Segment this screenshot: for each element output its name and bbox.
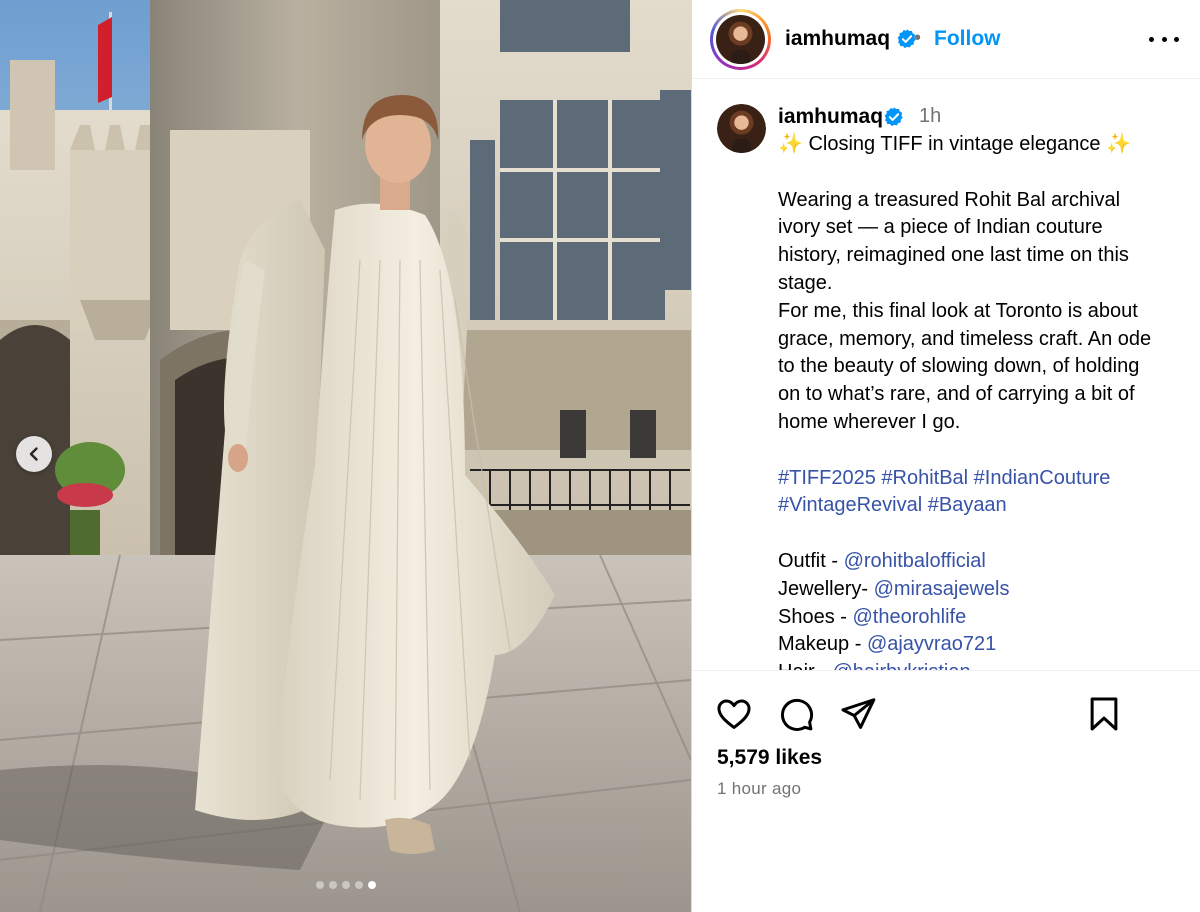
post-timestamp[interactable]: 1 hour ago [717, 779, 801, 799]
credit-line: Makeup - @ajayvrao721 [778, 631, 1188, 659]
caption-line: history, reimagined one last time on thi… [778, 244, 1129, 267]
carousel-dot [354, 881, 363, 889]
chevron-left-icon [29, 447, 38, 461]
caption-section: iamhumaq 1h ✨ Closing TIFF in vintage el… [692, 80, 1200, 670]
caption-line: home wherever I go. [778, 410, 961, 433]
post-image[interactable] [0, 0, 691, 912]
mention-link[interactable]: @ajayvrao721 [867, 633, 996, 655]
caption-line: ivory set — a piece of Indian couture [778, 216, 1103, 239]
header-separator: • [914, 27, 922, 49]
credit-label: Hair - [778, 661, 832, 670]
story-avatar[interactable] [710, 9, 771, 70]
hashtag-line[interactable]: #VintageRevival #Bayaan [778, 492, 1188, 520]
credit-label: Makeup - [778, 633, 867, 656]
caption-line: on to what’s rare, and of carrying a bit… [778, 383, 1135, 406]
caption-username[interactable]: iamhumaq [778, 105, 883, 129]
like-count[interactable]: 5,579 likes [717, 746, 822, 770]
credit-line: Hair - @hairbykristian [778, 659, 1188, 670]
caption-line: stage. [778, 271, 833, 294]
photo-scene [0, 0, 691, 912]
username-text: iamhumaq [785, 27, 891, 50]
carousel-dot [328, 881, 337, 889]
credit-label: Jewellery- [778, 577, 874, 600]
caption-line: For me, this final look at Toronto is ab… [778, 299, 1138, 322]
credit-label: Shoes - [778, 605, 853, 628]
credit-line: Outfit - @rohitbalofficial [778, 548, 1188, 576]
credit-label: Outfit - [778, 549, 844, 572]
share-paper-plane-icon[interactable] [839, 695, 877, 733]
post-panel: iamhumaq • Follow iamhumaq 1h ✨ Closing … [692, 0, 1200, 912]
mention-link[interactable]: @rohitbalofficial [844, 550, 986, 572]
post-header: iamhumaq • Follow [692, 0, 1200, 79]
hashtag-line[interactable]: #TIFF2025 #RohitBal #IndianCouture [778, 465, 1188, 493]
action-bar: 5,579 likes 1 hour ago [692, 671, 1200, 912]
avatar [717, 104, 766, 153]
comment-icon[interactable] [777, 695, 815, 733]
caption-line: grace, memory, and timeless craft. An od… [778, 327, 1152, 350]
caption-line: ✨ Closing TIFF in vintage elegance ✨ [778, 133, 1131, 155]
credit-line: Shoes - @theorohlife [778, 604, 1188, 632]
mention-link[interactable]: @hairbykristian [832, 661, 970, 670]
carousel-dot [315, 881, 324, 889]
post-time[interactable]: 1h [919, 105, 941, 128]
caption-line: to the beauty of slowing down, of holdin… [778, 355, 1140, 378]
previous-slide-button[interactable] [16, 436, 52, 472]
heart-icon[interactable] [715, 695, 753, 733]
caption-line: Wearing a treasured Rohit Bal archival [778, 188, 1121, 211]
caption-text: ✨ Closing TIFF in vintage elegance ✨ Wea… [778, 131, 1188, 670]
bookmark-icon[interactable] [1085, 695, 1123, 733]
carousel-dot [341, 881, 350, 889]
avatar [716, 15, 765, 64]
follow-button[interactable]: Follow [934, 27, 1001, 51]
more-options-icon[interactable] [1149, 28, 1179, 50]
mention-link[interactable]: @theorohlife [852, 606, 966, 628]
mention-link[interactable]: @mirasajewels [874, 578, 1010, 600]
verified-badge-icon [884, 107, 903, 127]
credit-line: Jewellery- @mirasajewels [778, 576, 1188, 604]
carousel-indicator [0, 881, 691, 889]
header-username[interactable]: iamhumaq [785, 27, 918, 51]
carousel-dot-active [367, 881, 376, 889]
caption-avatar[interactable] [717, 104, 766, 153]
